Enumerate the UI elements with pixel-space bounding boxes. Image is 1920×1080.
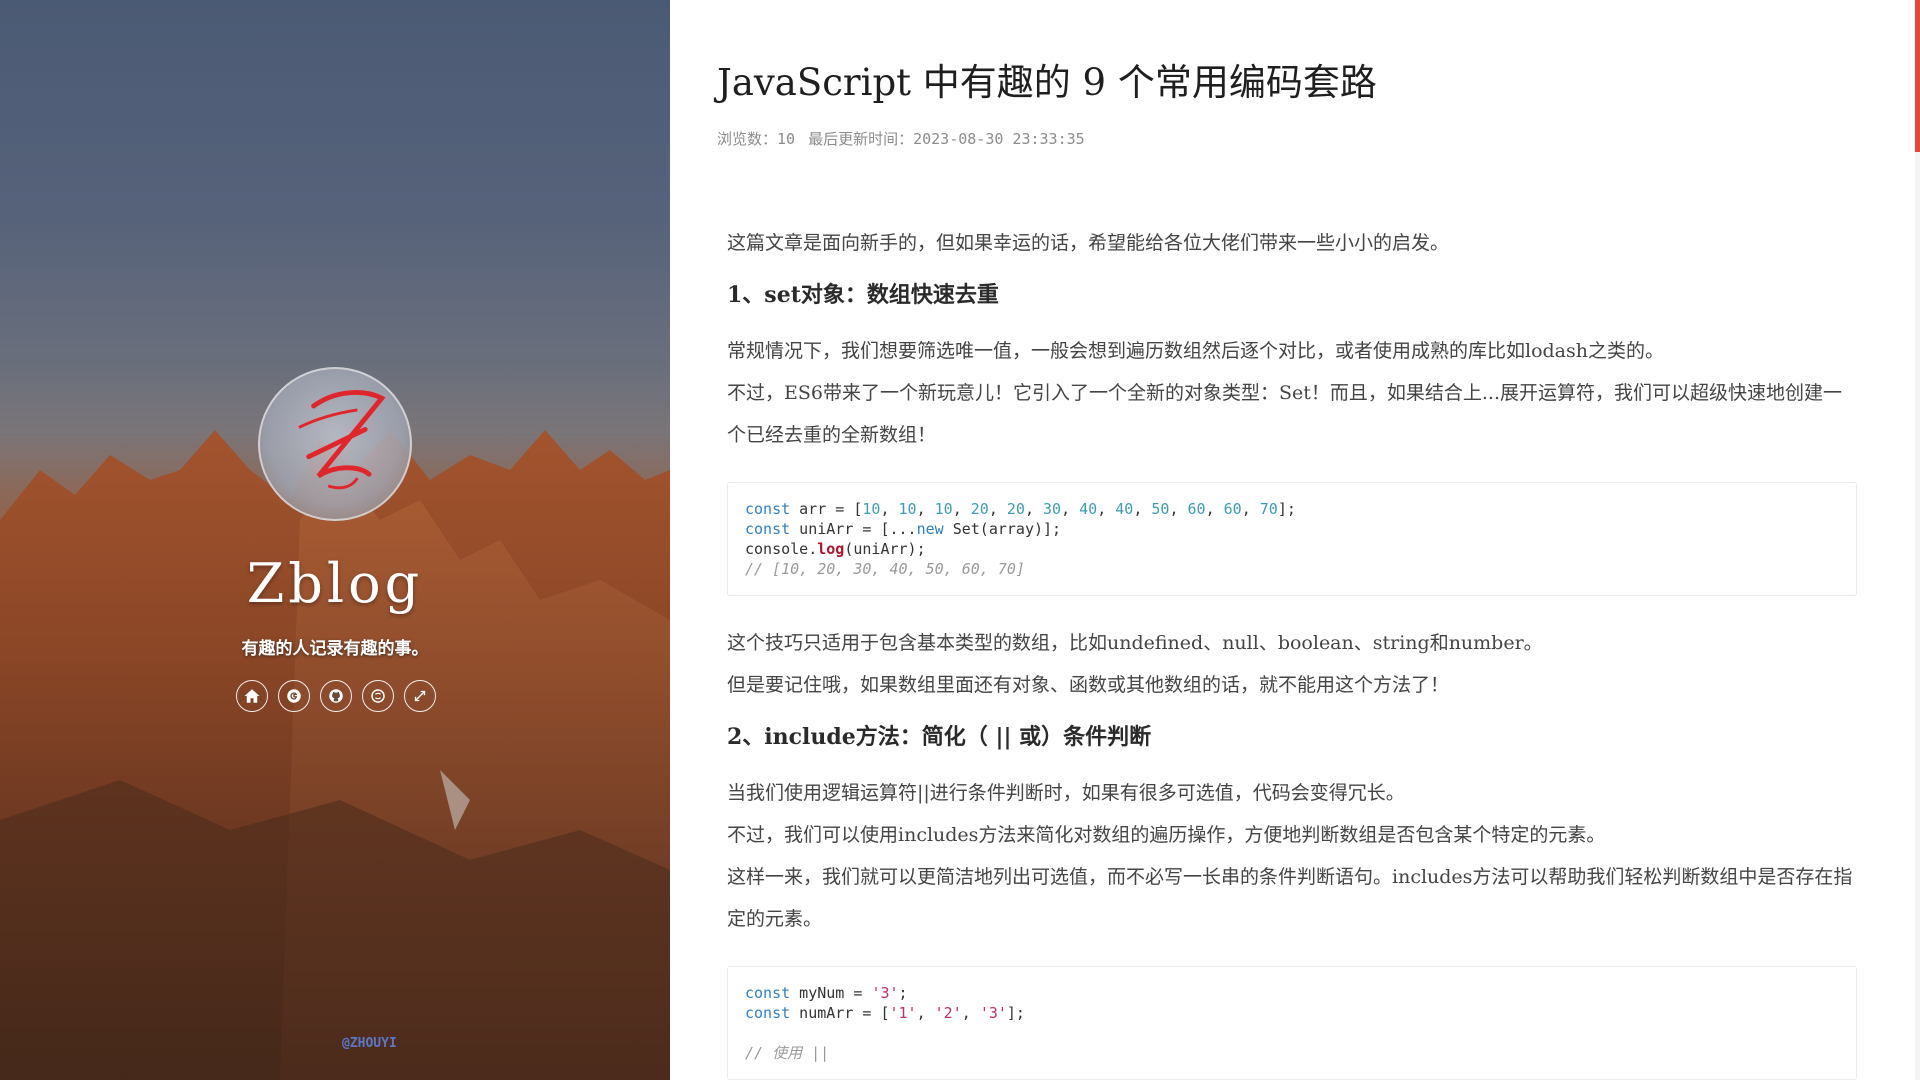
social-links xyxy=(236,680,436,712)
code-number: 30 xyxy=(1043,500,1062,518)
skype-link[interactable] xyxy=(362,680,394,712)
code-number: 40 xyxy=(1079,500,1098,518)
code-line: const uniArr = [...new Set(array)]; xyxy=(745,520,1062,538)
sidebar-hero: Zblog 有趣的人记录有趣的事。 @ZHOUYI xyxy=(0,0,670,1080)
code-comment: // [10, 20, 30, 40, 50, 60, 70] xyxy=(745,560,1025,578)
mountain-background xyxy=(0,430,670,1080)
post-content: 这篇文章是面向新手的，但如果幸运的话，希望能给各位大佬们带来一些小小的启发。 1… xyxy=(727,222,1857,1080)
paragraph: 这样一来，我们就可以更简洁地列出可选值，而不必写一长串的条件判断语句。inclu… xyxy=(727,866,1853,930)
code-block-1[interactable]: const arr = [10, 10, 10, 20, 20, 30, 40,… xyxy=(727,482,1857,596)
paragraph: 但是要记住哦，如果数组里面还有对象、函数或其他数组的话，就不能用这个方法了！ xyxy=(727,674,1450,696)
expand-link[interactable] xyxy=(404,680,436,712)
code-number: 60 xyxy=(1223,500,1242,518)
author-credit[interactable]: @ZHOUYI xyxy=(342,1036,397,1051)
paragraph: 当我们使用逻辑运算符||进行条件判断时，如果有很多可选值，代码会变得冗长。 xyxy=(727,782,1405,804)
code-line: const myNum = '3'; xyxy=(745,984,908,1002)
view-count: 浏览数：10 xyxy=(717,130,796,148)
home-link[interactable] xyxy=(236,680,268,712)
avatar[interactable] xyxy=(258,367,412,521)
g-icon xyxy=(287,689,301,703)
home-icon xyxy=(244,689,260,703)
paragraph: 常规情况下，我们想要筛选唯一值，一般会想到遍历数组然后逐个对比，或者使用成熟的库… xyxy=(727,340,1664,362)
code-number: 40 xyxy=(1115,500,1134,518)
post-title: JavaScript 中有趣的 9 个常用编码套路 xyxy=(717,61,1377,104)
code-number: 50 xyxy=(1151,500,1170,518)
last-updated: 最后更新时间：2023-08-30 23:33:35 xyxy=(808,130,1085,148)
post-meta: 浏览数：10 最后更新时间：2023-08-30 23:33:35 xyxy=(717,128,1089,149)
site-tagline: 有趣的人记录有趣的事。 xyxy=(241,639,429,659)
section-heading-2: 2、include方法：简化（ || 或）条件判断 xyxy=(727,724,1152,750)
paragraph: 这个技巧只适用于包含基本类型的数组，比如undefined、null、boole… xyxy=(727,632,1543,654)
code-line: const arr = [10, 10, 10, 20, 20, 30, 40,… xyxy=(745,500,1296,518)
code-number: 10 xyxy=(862,500,881,518)
skype-icon xyxy=(371,689,385,703)
expand-icon xyxy=(414,690,426,702)
z-logo-icon xyxy=(298,390,386,490)
github-icon xyxy=(329,689,343,703)
code-number: 10 xyxy=(898,500,917,518)
paragraph: 不过，我们可以使用includes方法来简化对数组的遍历操作，方便地判断数组是否… xyxy=(727,824,1606,846)
intro-paragraph: 这篇文章是面向新手的，但如果幸运的话，希望能给各位大佬们带来一些小小的启发。 xyxy=(727,232,1450,254)
code-number: 10 xyxy=(934,500,953,518)
number-list: 10, 10, 10, 20, 20, 30, 40, 40, 50, 60, … xyxy=(862,500,1278,518)
paragraph: 不过，ES6带来了一个新玩意儿！它引入了一个全新的对象类型：Set！而且，如果结… xyxy=(727,382,1842,446)
code-line: const numArr = ['1', '2', '3']; xyxy=(745,1004,1025,1022)
code-comment: // 使用 || xyxy=(745,1044,830,1062)
article-panel: JavaScript 中有趣的 9 个常用编码套路 浏览数：10 最后更新时间：… xyxy=(670,0,1920,1080)
code-block-2[interactable]: const myNum = '3'; const numArr = ['1', '… xyxy=(727,966,1857,1080)
scrollbar-thumb[interactable] xyxy=(1915,0,1920,152)
g-link[interactable] xyxy=(278,680,310,712)
site-title: Zblog xyxy=(246,552,424,615)
github-link[interactable] xyxy=(320,680,352,712)
scrollbar-track[interactable] xyxy=(1915,0,1920,1080)
section-heading-1: 1、set对象：数组快速去重 xyxy=(727,282,999,308)
code-number: 20 xyxy=(970,500,989,518)
code-line: console.log(uniArr); xyxy=(745,540,926,558)
code-number: 70 xyxy=(1259,500,1278,518)
code-number: 60 xyxy=(1187,500,1206,518)
code-number: 20 xyxy=(1006,500,1025,518)
